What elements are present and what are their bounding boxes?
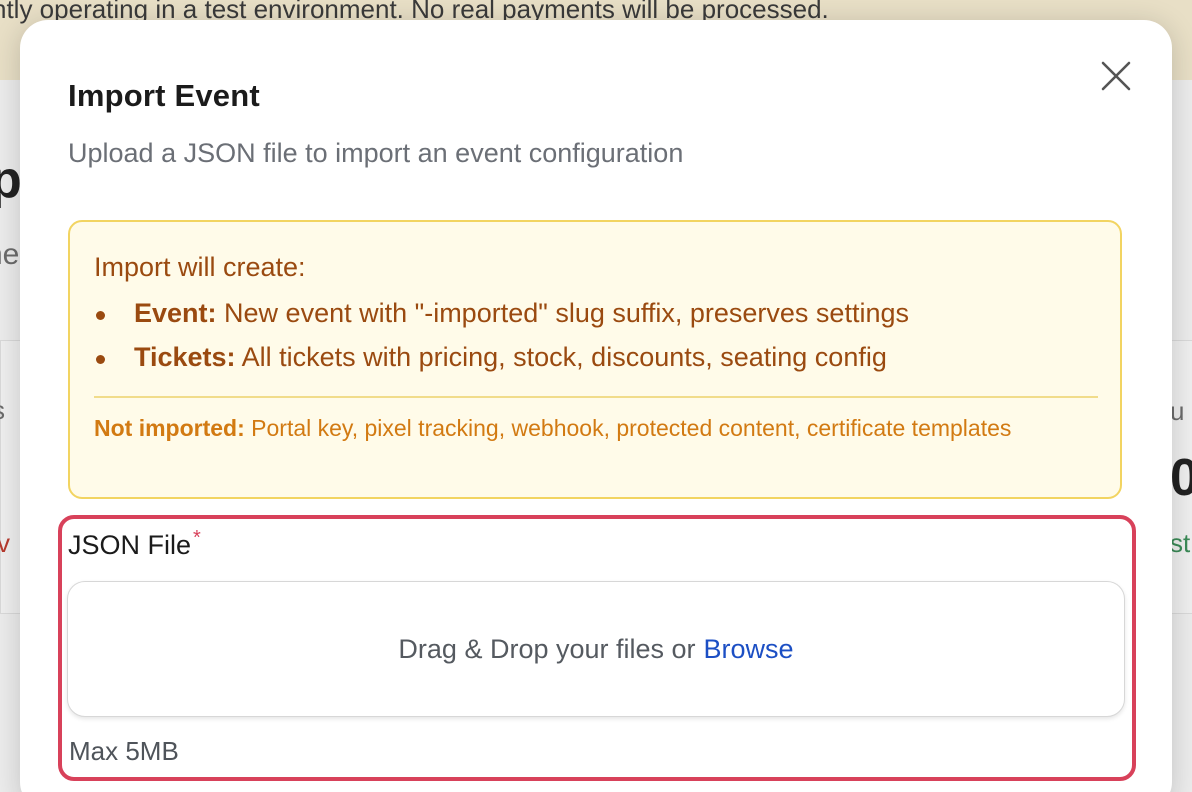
notice-footer-text: Portal key, pixel tracking, webhook, pro… — [244, 415, 1012, 441]
background-heading-fragment: p — [0, 151, 22, 209]
dropzone-text: Drag & Drop your files or Browse — [398, 634, 793, 665]
background-value-fragment: 0 — [1170, 449, 1192, 507]
browse-link[interactable]: Browse — [704, 634, 794, 664]
notice-list: Event: New event with "-imported" slug s… — [94, 298, 909, 386]
file-size-hint: Max 5MB — [69, 736, 179, 766]
bullet-icon — [96, 311, 105, 320]
notice-item-text: All tickets with pricing, stock, discoun… — [235, 342, 887, 372]
file-dropzone[interactable]: Drag & Drop your files or Browse — [67, 581, 1125, 717]
notice-item-label: Event: — [134, 298, 217, 328]
notice-item-tickets: Tickets: All tickets with pricing, stock… — [94, 342, 909, 386]
bullet-icon — [96, 355, 105, 364]
json-file-label-text: JSON File — [68, 530, 192, 560]
import-event-modal: Import Event Upload a JSON file to impor… — [20, 20, 1172, 792]
background-text-fragment: s — [0, 395, 5, 426]
background-status-fragment: tiv — [0, 528, 10, 558]
notice-item-event: Event: New event with "-imported" slug s… — [94, 298, 909, 342]
notice-footer: Not imported: Portal key, pixel tracking… — [94, 412, 1054, 445]
modal-subtitle: Upload a JSON file to import an event co… — [68, 138, 684, 168]
notice-divider — [94, 396, 1098, 398]
notice-footer-label: Not imported: — [94, 415, 245, 441]
modal-title: Import Event — [68, 78, 260, 113]
background-text-fragment: u — [1170, 396, 1185, 426]
background-text-fragment: ne — [0, 238, 20, 271]
notice-item-label: Tickets: — [134, 342, 236, 372]
notice-item-text: New event with "-imported" slug suffix, … — [216, 298, 909, 328]
import-notice: Import will create: Event: New event wit… — [68, 220, 1122, 499]
dropzone-prompt: Drag & Drop your files or — [398, 633, 696, 664]
background-status-fragment: st — [1170, 528, 1191, 558]
close-button[interactable] — [1096, 56, 1136, 96]
required-marker: * — [193, 527, 201, 549]
close-icon — [1101, 61, 1131, 91]
json-file-label: JSON File * — [68, 527, 201, 561]
notice-heading: Import will create: — [94, 252, 306, 282]
